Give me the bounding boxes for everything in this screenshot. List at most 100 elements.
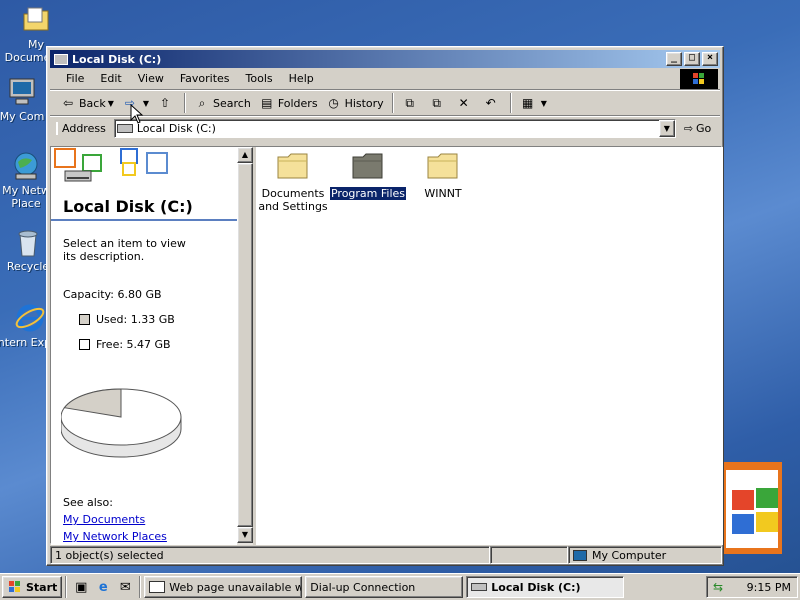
windows-logo-decoration [722, 462, 782, 554]
desktop-icon-label: My Com [0, 110, 45, 123]
pane-divider [51, 219, 237, 221]
folder-icon [352, 153, 383, 179]
web-page-icon [149, 581, 166, 593]
pane-description: Select an item to view its description. [63, 237, 186, 263]
move-to-icon: ⧉ [405, 96, 414, 110]
history-icon: ◷ [328, 96, 339, 110]
task-local-disk[interactable]: Local Disk (C:) [466, 576, 625, 598]
start-button[interactable]: Start [2, 576, 63, 598]
free-legend-swatch [79, 339, 90, 350]
used-text: Used: 1.33 GB [96, 313, 175, 326]
copy-to-button[interactable]: ⧉ [425, 94, 452, 112]
status-bar: 1 object(s) selected My Computer [50, 546, 722, 564]
link-my-documents[interactable]: My Documents [63, 513, 145, 526]
used-legend-swatch [79, 314, 90, 325]
history-button[interactable]: ◷ History [322, 94, 388, 112]
explorer-window: Local Disk (C:) _ □ × File Edit View Fav… [46, 46, 724, 566]
undo-button[interactable]: ↶ [479, 94, 506, 112]
see-also-label: See also: [63, 496, 113, 509]
show-desktop-icon[interactable]: ▣ [70, 576, 92, 598]
taskbar-separator [139, 576, 142, 598]
task-web-page-unavailable[interactable]: Web page unavailable wh... [144, 576, 303, 598]
desktop-icon-label: Recycle [6, 260, 50, 273]
address-bar: Address Local Disk (C:) ▼ ⇨ Go [50, 116, 720, 140]
delete-button[interactable]: ✕ [452, 94, 479, 112]
start-label: Start [26, 580, 58, 594]
recycle-bin-icon [18, 230, 38, 257]
move-to-button[interactable]: ⧉ [398, 94, 425, 112]
internet-explorer-icon[interactable]: e [92, 576, 114, 598]
outlook-express-icon[interactable]: ✉ [114, 576, 136, 598]
copy-to-icon: ⧉ [432, 96, 441, 110]
undo-icon: ↶ [485, 96, 496, 110]
free-text: Free: 5.47 GB [96, 338, 171, 351]
title-bar[interactable]: Local Disk (C:) _ □ × [50, 50, 720, 68]
back-label: Back [79, 96, 106, 110]
menu-file[interactable]: File [58, 70, 92, 87]
link-my-network-places[interactable]: My Network Places [63, 530, 167, 543]
status-zone: My Computer [568, 546, 722, 564]
address-input[interactable]: Local Disk (C:) ▼ [113, 119, 676, 138]
content-area: Local Disk (C:) Select an item to view i… [50, 146, 723, 545]
folder-icon [277, 153, 308, 179]
search-button[interactable]: ⌕ Search [190, 94, 255, 112]
folder-winnt[interactable]: WINNT [403, 151, 483, 200]
clock[interactable]: 9:15 PM [747, 581, 791, 594]
menu-edit[interactable]: Edit [92, 70, 129, 87]
menu-favorites[interactable]: Favorites [172, 70, 238, 87]
delete-icon: ✕ [458, 96, 469, 110]
drive-icon [116, 124, 133, 133]
menu-view[interactable]: View [130, 70, 172, 87]
web-view-pane: Local Disk (C:) Select an item to view i… [51, 147, 237, 545]
folder-program-files[interactable]: Program Files [328, 151, 408, 201]
drive-banner-graphic [54, 148, 168, 182]
task-dial-up-connection[interactable]: Dial-up Connection [305, 576, 464, 598]
folders-icon: ▤ [261, 96, 273, 110]
chevron-down-icon[interactable]: ▼ [541, 99, 547, 108]
views-button[interactable]: ▦ ▼ [516, 94, 551, 112]
address-dropdown-button[interactable]: ▼ [658, 120, 675, 137]
up-folder-button[interactable]: ⇧ [153, 94, 180, 112]
go-button[interactable]: ⇨ Go [684, 122, 711, 135]
scroll-down-button[interactable]: ▼ [237, 527, 253, 543]
back-arrow-icon: ⇦ [62, 96, 74, 110]
minimize-button[interactable]: _ [666, 52, 682, 66]
network-places-icon [14, 152, 38, 180]
taskbar: Start ▣ e ✉ Web page unavailable wh... D… [0, 573, 800, 600]
views-icon: ▦ [522, 96, 534, 110]
taskbar-separator [65, 576, 68, 598]
toolbar-separator [509, 93, 512, 113]
menu-tools[interactable]: Tools [238, 70, 281, 87]
up-folder-icon: ⇧ [160, 96, 171, 110]
maximize-button[interactable]: □ [684, 52, 700, 66]
status-selection: 1 object(s) selected [50, 546, 490, 564]
search-icon: ⌕ [198, 96, 206, 110]
scroll-thumb[interactable] [237, 163, 253, 527]
capacity-text: Capacity: 6.80 GB [63, 288, 162, 301]
search-label: Search [213, 96, 251, 110]
toolbar-separator [391, 93, 394, 113]
windows-flag-icon [9, 581, 20, 592]
folder-icon [427, 153, 458, 179]
mouse-cursor-icon [130, 104, 144, 124]
folders-button[interactable]: ▤ Folders [255, 94, 322, 112]
chevron-down-icon[interactable]: ▼ [108, 99, 114, 108]
free-legend: Free: 5.47 GB [79, 338, 171, 351]
network-connection-icon[interactable]: ⇆ [713, 580, 723, 594]
folder-label: Program Files [328, 186, 408, 201]
close-button[interactable]: × [702, 52, 718, 66]
scroll-up-button[interactable]: ▲ [237, 147, 253, 163]
standard-toolbar: ⇦ Back ▼ ⇨ ▼ ⇧ ⌕ Search ▤ Folders ◷ Hist… [50, 90, 720, 116]
used-legend: Used: 1.33 GB [79, 313, 175, 326]
left-pane-scrollbar[interactable]: ▲ ▼ [237, 147, 253, 545]
windows-flag-icon [693, 73, 704, 84]
status-empty-panel [490, 546, 568, 564]
task-label: Dial-up Connection [310, 580, 416, 594]
toolbar-separator [184, 93, 187, 113]
folder-label: Documents and Settings [258, 187, 328, 213]
go-label: Go [696, 122, 712, 135]
back-button[interactable]: ⇦ Back ▼ [56, 94, 118, 112]
menu-help[interactable]: Help [281, 70, 322, 87]
folder-label: WINNT [424, 187, 462, 200]
folder-documents-and-settings[interactable]: Documents and Settings [253, 151, 333, 213]
